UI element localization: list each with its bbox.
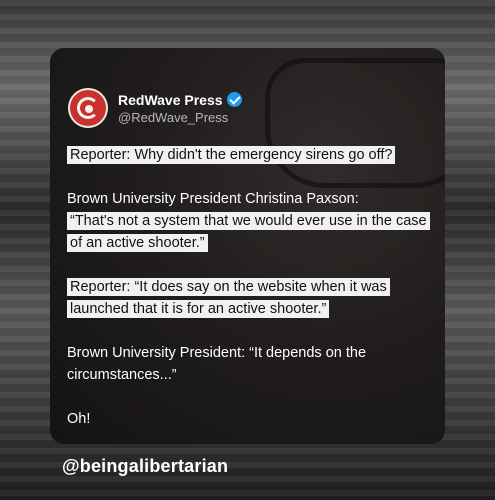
- display-name[interactable]: RedWave Press: [118, 92, 223, 108]
- answer-1-intro: Brown University President Christina Pax…: [67, 191, 359, 207]
- post-text: Reporter: Why didn't the emergency siren…: [67, 144, 430, 444]
- author-info: RedWave Press @RedWave_Press: [118, 92, 242, 125]
- name-row: RedWave Press: [118, 92, 242, 108]
- question-1: Reporter: Why didn't the emergency siren…: [67, 144, 427, 166]
- answer-1: Brown University President Christina Pax…: [67, 188, 430, 254]
- post-header: RedWave Press @RedWave_Press: [68, 88, 242, 128]
- answer-2: Brown University President: “It depends …: [67, 345, 367, 383]
- question-1-text: Reporter: Why didn't the emergency siren…: [67, 146, 396, 164]
- credit-handle: @beingalibertarian: [62, 456, 229, 476]
- closing-line: Oh!: [67, 411, 91, 427]
- post-card: RedWave Press @RedWave_Press Reporter: W…: [50, 48, 445, 444]
- avatar[interactable]: [68, 88, 108, 128]
- logo-dot-icon: [85, 105, 93, 113]
- user-handle[interactable]: @RedWave_Press: [118, 110, 242, 125]
- verified-badge-icon: [226, 92, 242, 107]
- answer-1-quote: “That's not a system that we would ever …: [67, 212, 430, 252]
- question-2: Reporter: “It does say on the website wh…: [67, 276, 427, 320]
- question-2-text: Reporter: “It does say on the website wh…: [67, 278, 390, 318]
